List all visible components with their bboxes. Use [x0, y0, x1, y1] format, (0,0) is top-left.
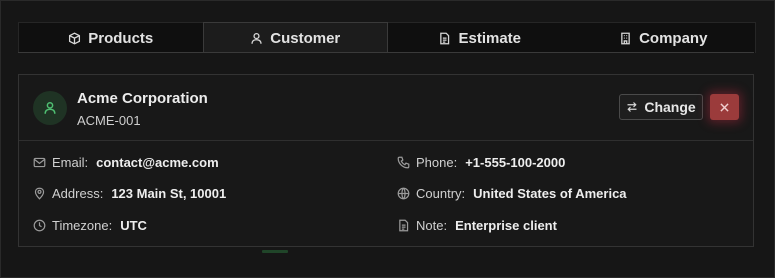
email-field: Email: contact@acme.com [33, 155, 219, 170]
swap-icon [627, 102, 637, 112]
tab-company[interactable]: Company [572, 23, 756, 53]
note-icon [399, 219, 409, 232]
user-icon [44, 102, 56, 114]
timezone-label: Timezone: [52, 218, 113, 233]
avatar [33, 91, 67, 125]
customer-name: Acme Corporation [77, 90, 208, 107]
timezone-field: Timezone: UTC [33, 218, 147, 233]
customer-card: Acme Corporation ACME-001 Change Email: … [18, 74, 754, 247]
close-icon [720, 102, 729, 112]
tab-divider [18, 52, 754, 53]
phone-value: +1-555-100-2000 [465, 155, 566, 170]
tab-bar: Products Customer Estimate Company [18, 22, 756, 53]
note-label: Note: [416, 218, 448, 233]
address-value: 123 Main St, 10001 [111, 186, 227, 201]
tab-products[interactable]: Products [19, 23, 203, 53]
phone-icon [397, 156, 410, 169]
globe-icon [397, 187, 410, 200]
note-value: Enterprise client [455, 218, 557, 233]
country-field: Country: United States of America [397, 186, 627, 201]
note-field: Note: Enterprise client [397, 218, 557, 233]
tab-company-label: Company [639, 29, 708, 47]
location-pin-icon [34, 187, 45, 200]
country-value: United States of America [473, 186, 627, 201]
document-icon [440, 32, 450, 44]
timezone-value: UTC [120, 218, 147, 233]
remove-customer-button[interactable] [710, 94, 739, 120]
tab-customer-label: Customer [270, 29, 341, 47]
email-value: contact@acme.com [96, 155, 219, 170]
customer-card-header: Acme Corporation ACME-001 Change [19, 75, 753, 141]
change-customer-button[interactable]: Change [619, 94, 703, 120]
tab-estimate[interactable]: Estimate [388, 23, 572, 53]
address-label: Address: [52, 186, 104, 201]
country-label: Country: [416, 186, 466, 201]
change-button-label: Change [644, 99, 696, 115]
building-icon [621, 32, 630, 44]
mail-icon [33, 157, 46, 168]
tab-products-label: Products [88, 29, 154, 47]
user-icon [251, 32, 262, 44]
clock-icon [33, 219, 46, 232]
box-icon [69, 31, 81, 45]
phone-field: Phone: +1-555-100-2000 [397, 155, 565, 170]
phone-label: Phone: [416, 155, 458, 170]
customer-code: ACME-001 [77, 113, 141, 128]
tab-customer[interactable]: Customer [202, 22, 388, 53]
tab-estimate-label: Estimate [458, 29, 522, 47]
address-field: Address: 123 Main St, 10001 [33, 186, 226, 201]
email-label: Email: [52, 155, 89, 170]
